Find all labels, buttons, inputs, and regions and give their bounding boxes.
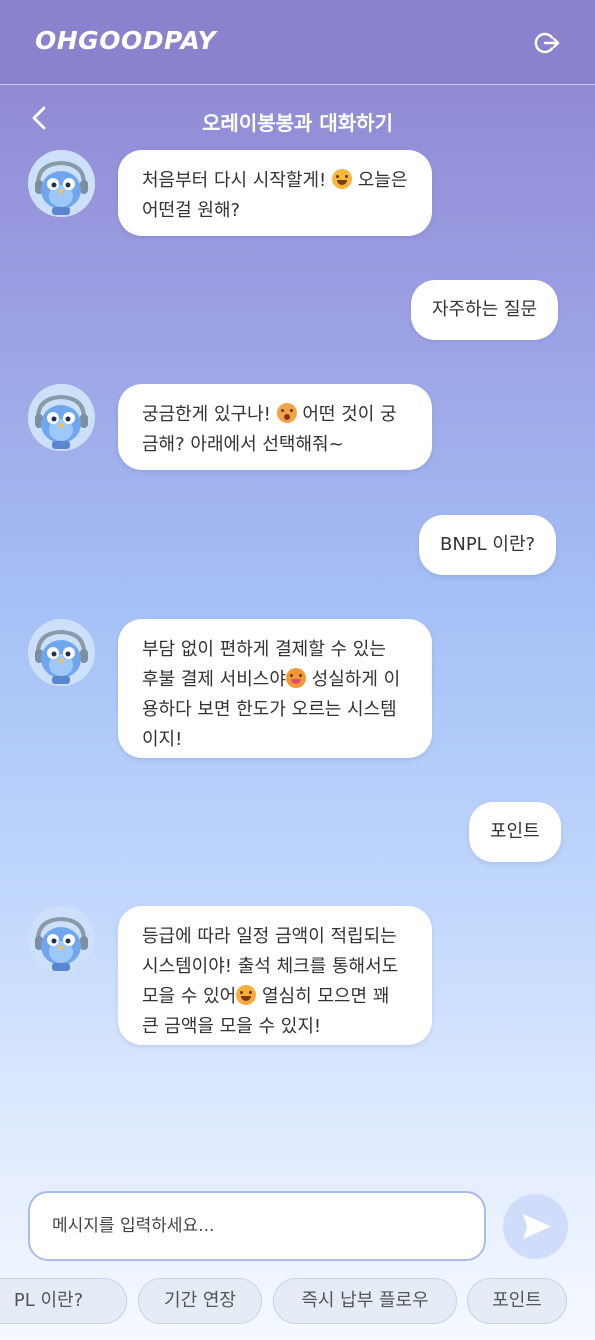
user-message-bubble: 자주하는 질문 (411, 280, 559, 340)
page-title: 오레이봉봉과 대화하기 (202, 111, 393, 135)
owl-mascot-icon (28, 906, 95, 973)
smiling-face-icon (331, 169, 352, 189)
bot-message-bubble: 부담 없이 편하게 결제할 수 있는 후불 결제 서비스야 성실하게 이용하다 … (118, 619, 432, 758)
quick-reply-bar: PL 이란? 기간 연장 즉시 납부 플로우 포인트 (0, 1278, 595, 1324)
quick-reply-chip[interactable]: 즉시 납부 플로우 (273, 1278, 457, 1324)
savoring-face-icon (236, 985, 257, 1005)
quick-reply-chip[interactable]: PL 이란? (0, 1278, 127, 1324)
tongue-face-icon (285, 668, 306, 688)
message-text: 포인트 (490, 821, 540, 842)
logout-icon[interactable] (534, 30, 560, 56)
message-input[interactable] (28, 1191, 486, 1261)
flushed-face-icon (276, 403, 297, 423)
bot-message-bubble: 처음부터 다시 시작할게! 오늘은 어떤걸 원해? (118, 150, 432, 236)
message-text: 궁금한게 있구나! (142, 404, 277, 425)
send-icon (523, 1214, 551, 1239)
message-text: BNPL 이란? (440, 534, 536, 555)
send-button[interactable] (503, 1194, 568, 1259)
bot-message-bubble: 등급에 따라 일정 금액이 적립되는 시스템이야! 출석 체크를 통해서도 모을… (118, 906, 432, 1045)
user-message-bubble: 포인트 (469, 802, 561, 862)
owl-mascot-icon (28, 384, 95, 451)
message-text: 처음부터 다시 시작할게! (142, 170, 332, 191)
chat-header: 오레이봉봉과 대화하기 (0, 85, 595, 145)
top-bar: OHGOODPAY (0, 0, 595, 85)
quick-reply-chip[interactable]: 포인트 (467, 1278, 567, 1324)
message-text: 자주하는 질문 (432, 299, 538, 320)
user-message-bubble: BNPL 이란? (419, 515, 557, 575)
owl-mascot-icon (28, 150, 95, 217)
quick-reply-chip[interactable]: 기간 연장 (138, 1278, 262, 1324)
brand-logo: OHGOODPAY (35, 26, 217, 55)
owl-mascot-icon (28, 619, 95, 686)
bot-message-bubble: 궁금한게 있구나! 어떤 것이 궁금해? 아래에서 선택해줘~ (118, 384, 432, 470)
